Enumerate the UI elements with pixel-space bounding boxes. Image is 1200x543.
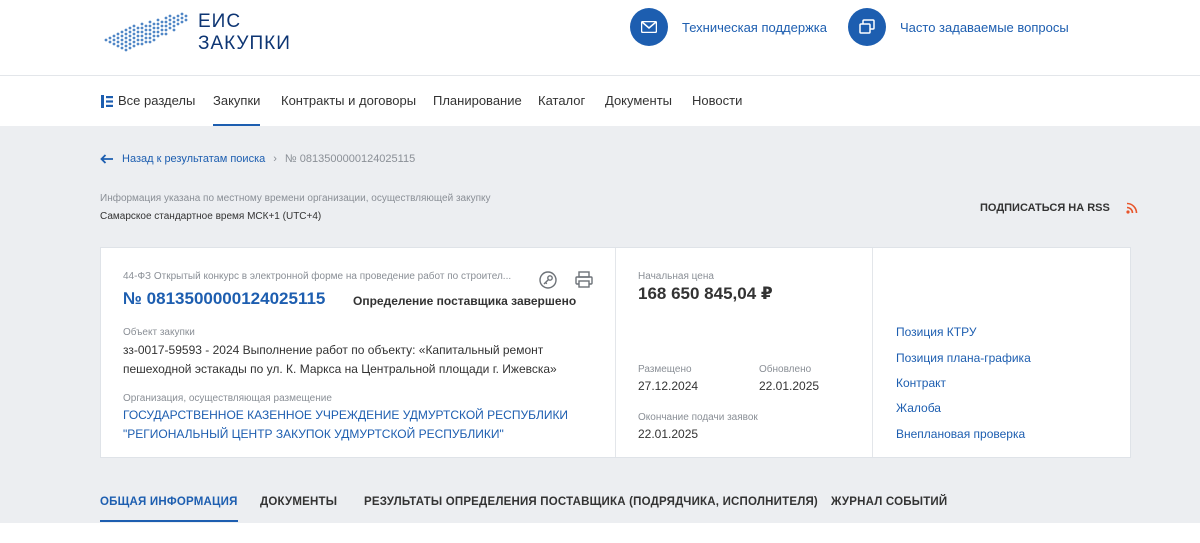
breadcrumb-current: № 0813500000124025115 (284, 153, 416, 165)
procurement-type: 44-ФЗ Открытый конкурс в электронной фор… (123, 271, 512, 282)
key-icon[interactable] (538, 270, 558, 290)
posted-label: Размещено (638, 364, 692, 375)
deadline-value: 22.01.2025 (638, 427, 699, 441)
object-text: зз-0017-59593 - 2024 Выполнение работ по… (123, 343, 557, 376)
rss-icon (1126, 202, 1138, 214)
logo-line1: ЕИС (198, 11, 242, 32)
price-label: Начальная цена (638, 271, 714, 282)
posted-value: 27.12.2024 (638, 379, 699, 393)
russia-map-logo-icon (104, 12, 188, 52)
tab-event-log[interactable]: ЖУРНАЛ СОБЫТИЙ (831, 488, 947, 522)
nav-item-zakupki[interactable]: Закупки (213, 76, 261, 126)
registry-number-link[interactable]: № 0813500000124025115 (123, 289, 325, 309)
procurement-card: 44-ФЗ Открытый конкурс в электронной фор… (100, 247, 1131, 458)
timezone-value: Самарское стандартное время МСК+1 (UTC+4… (100, 211, 322, 222)
arrow-left-icon[interactable] (100, 154, 114, 164)
ktru-position-link[interactable]: Позиция КТРУ (896, 325, 976, 339)
main-nav: Все разделы Закупки Контракты и договоры… (0, 76, 1200, 126)
tab-documents[interactable]: ДОКУМЕНТЫ (260, 488, 337, 522)
support-label: Техническая поддержка (682, 19, 827, 35)
faq-link[interactable]: Часто задаваемые вопросы (848, 8, 1069, 46)
content-area (0, 523, 1200, 543)
timezone-info: Информация указана по местному времени о… (100, 193, 491, 204)
nav-item-documents[interactable]: Документы (605, 76, 672, 126)
contract-link[interactable]: Контракт (896, 376, 946, 390)
deadline-label: Окончание подачи заявок (638, 412, 758, 423)
nav-item-catalog[interactable]: Каталог (538, 76, 585, 126)
eis-logo[interactable]: ЕИС ЗАКУПКИ (100, 8, 300, 58)
tab-supplier-results[interactable]: РЕЗУЛЬТАТЫ ОПРЕДЕЛЕНИЯ ПОСТАВЩИКА (ПОДРЯ… (364, 488, 818, 522)
print-icon[interactable] (574, 270, 594, 290)
rss-label: ПОДПИСАТЬСЯ НА RSS (980, 202, 1110, 214)
faq-icon (848, 8, 886, 46)
plan-schedule-link[interactable]: Позиция плана-графика (896, 351, 1031, 365)
rss-subscribe-link[interactable]: ПОДПИСАТЬСЯ НА RSS (980, 200, 1138, 216)
breadcrumb-separator: › (273, 153, 277, 165)
unscheduled-inspection-link[interactable]: Внеплановая проверка (896, 427, 1025, 441)
card-divider (615, 248, 616, 457)
tab-general-info[interactable]: ОБЩАЯ ИНФОРМАЦИЯ (100, 488, 238, 522)
logo-text: ЕИС ЗАКУПКИ (198, 11, 291, 55)
faq-label: Часто задаваемые вопросы (900, 19, 1069, 35)
nav-all-sections[interactable]: Все разделы (101, 76, 195, 126)
updated-label: Обновлено (759, 364, 812, 375)
site-header: ЕИС ЗАКУПКИ Техническая поддержка Часто … (0, 0, 1200, 76)
nav-item-contracts[interactable]: Контракты и договоры (281, 76, 416, 126)
object-label: Объект закупки (123, 327, 195, 338)
sections-icon (101, 94, 113, 108)
organization-label: Организация, осуществляющая размещение (123, 393, 332, 404)
logo-line2: ЗАКУПКИ (198, 33, 291, 54)
status-badge: Определение поставщика завершено (353, 294, 577, 308)
organization-link[interactable]: ГОСУДАРСТВЕННОЕ КАЗЕННОЕ УЧРЕЖДЕНИЕ УДМУ… (123, 406, 593, 444)
card-divider (872, 248, 873, 457)
breadcrumb: Назад к результатам поиска › № 081350000… (100, 150, 415, 168)
mail-icon (630, 8, 668, 46)
nav-all-sections-label: Все разделы (118, 93, 196, 108)
complaint-link[interactable]: Жалоба (896, 401, 941, 415)
nav-item-planning[interactable]: Планирование (433, 76, 522, 126)
nav-item-news[interactable]: Новости (692, 76, 742, 126)
back-to-results-link[interactable]: Назад к результатам поиска (122, 153, 265, 165)
support-link[interactable]: Техническая поддержка (630, 8, 827, 46)
price-value: 168 650 845,04 ₽ (638, 284, 773, 303)
updated-value: 22.01.2025 (759, 379, 820, 393)
